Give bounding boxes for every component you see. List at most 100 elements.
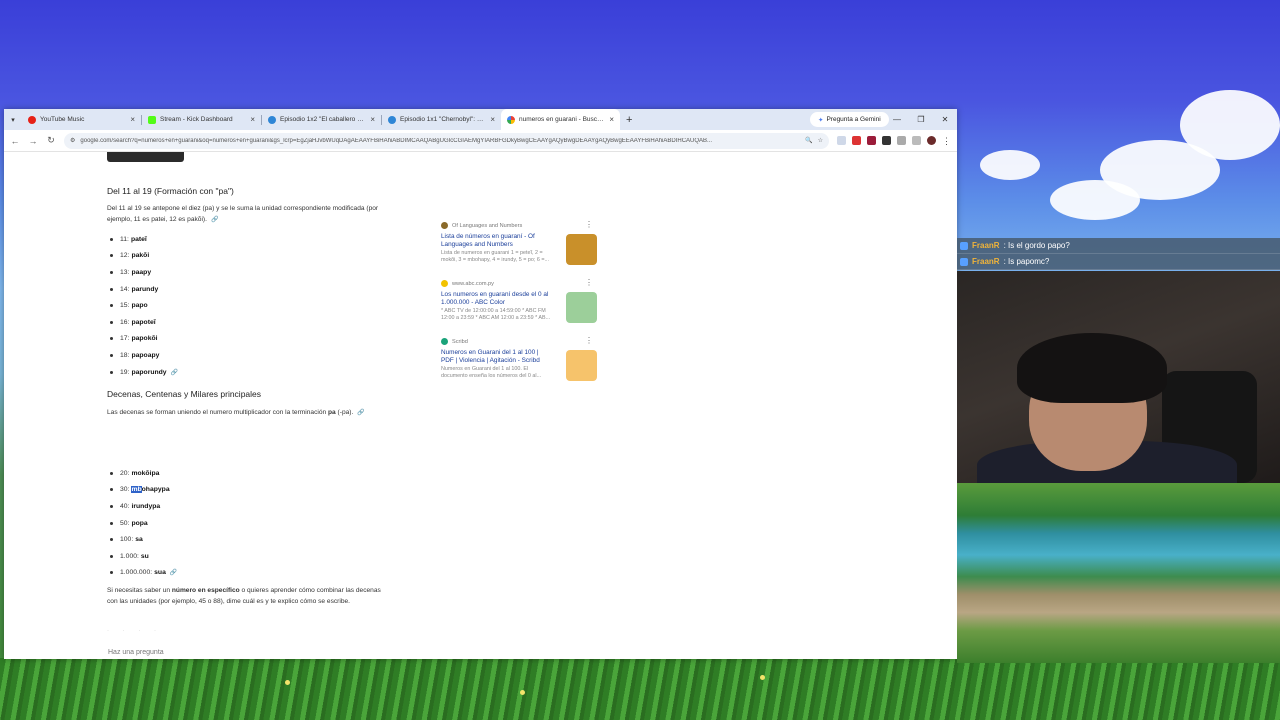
guarani-word: sa xyxy=(135,536,143,544)
flower xyxy=(760,675,765,680)
bullet xyxy=(110,320,113,324)
close-icon[interactable]: × xyxy=(130,115,135,124)
guarani-word: parundy xyxy=(131,285,159,293)
close-icon[interactable]: × xyxy=(250,115,255,124)
ask-gemini-button[interactable]: ✦ Pregunta a Gemini xyxy=(810,112,889,127)
window-controls: — ❐ ✕ xyxy=(885,109,957,130)
source-card[interactable]: Scribd Numeros en Guarani del 1 al 100 | … xyxy=(434,334,597,392)
more-options-icon[interactable]: ⋮ xyxy=(585,220,593,229)
forward-icon[interactable]: → xyxy=(28,136,38,146)
guarani-word: su xyxy=(140,552,149,560)
link-icon[interactable]: 🔗 xyxy=(211,217,218,223)
more-options-icon[interactable]: ⋮ xyxy=(585,278,593,287)
list-item: 50: popa xyxy=(110,515,177,532)
menu-icon[interactable]: ⋮ xyxy=(942,136,951,146)
list-item: 17: papokõi xyxy=(110,331,178,348)
bullet xyxy=(110,488,113,492)
bookmark-star-icon[interactable]: ☆ xyxy=(818,137,823,144)
extensions-area: ⋮ xyxy=(837,136,951,146)
link-icon[interactable]: 🔗 xyxy=(170,569,177,576)
streamer-hair xyxy=(1017,333,1167,403)
extension-icon[interactable] xyxy=(882,136,891,145)
close-icon[interactable]: × xyxy=(490,115,495,124)
bullet xyxy=(110,237,113,241)
flower xyxy=(520,690,525,695)
guarani-word: paporundy xyxy=(131,368,167,376)
avatar[interactable] xyxy=(927,136,936,145)
list-item: 11: pateĩ xyxy=(110,231,178,248)
source-card[interactable]: Of Languages and Numbers Lista de números… xyxy=(434,218,597,276)
youtube-music-icon xyxy=(28,115,36,124)
close-icon[interactable]: × xyxy=(609,115,614,124)
tab-search-icon[interactable]: ▾ xyxy=(4,116,22,124)
source-name: Scribd xyxy=(441,338,468,345)
sidebar-icon[interactable] xyxy=(912,136,921,145)
guarani-word: pakõi xyxy=(131,252,150,260)
number-label: 1.000: xyxy=(120,552,139,560)
cuevana-icon xyxy=(388,115,396,124)
more-options-icon[interactable]: ⋮ xyxy=(585,336,593,345)
extension-icon[interactable] xyxy=(867,136,876,145)
link-icon[interactable]: 🔗 xyxy=(357,410,364,416)
source-label: Of Languages and Numbers xyxy=(452,222,523,229)
link-icon[interactable]: 🔗 xyxy=(171,369,178,376)
minimize-icon[interactable]: — xyxy=(885,115,909,124)
bullet xyxy=(110,304,113,308)
guarani-word: papoteĩ xyxy=(131,318,156,326)
close-icon[interactable]: × xyxy=(370,115,375,124)
bullet xyxy=(110,270,113,274)
number-label: 30: xyxy=(120,486,130,494)
guarani-word: pateĩ xyxy=(130,235,147,243)
back-icon[interactable]: ← xyxy=(10,136,20,146)
video-thumbnail xyxy=(107,152,184,162)
number-label: 14: xyxy=(120,285,130,293)
new-tab-button[interactable]: + xyxy=(620,114,638,126)
number-label: 17: xyxy=(120,335,130,343)
address-bar[interactable]: ⚙ google.com/search?q=numeros+en+guarani… xyxy=(64,132,829,149)
number-label: 15: xyxy=(120,302,130,310)
wallpaper-grass xyxy=(0,658,1280,720)
tab-kick-dashboard[interactable]: Stream - Kick Dashboard × xyxy=(142,109,261,130)
number-label: 40: xyxy=(120,502,130,510)
chat-message: FraanR : Is el gordo papo? xyxy=(957,238,1280,254)
tab-episodio-1x2[interactable]: Episodio 1x2 "El caballero neg... × xyxy=(262,109,381,130)
tab-youtube-music[interactable]: YouTube Music × xyxy=(22,109,141,130)
list-item: 16: papoteĩ xyxy=(110,314,178,331)
card-thumbnail xyxy=(566,234,597,265)
card-thumbnail xyxy=(566,292,597,323)
list-item: 20: mokõipa xyxy=(110,465,177,482)
puzzle-icon[interactable] xyxy=(897,136,906,145)
list-item: 12: pakõi xyxy=(110,248,178,265)
tab-strip: ▾ YouTube Music × Stream - Kick Dashboar… xyxy=(4,109,957,130)
reload-icon[interactable]: ↻ xyxy=(46,135,56,146)
card-snippet: Numeros en Guarani del 1 al 100. El docu… xyxy=(441,366,542,379)
search-icon[interactable]: 🔍 xyxy=(805,137,812,144)
chat-overlay: FraanR : Is el gordo papo? FraanR : Is p… xyxy=(957,238,1280,270)
cuevana-icon xyxy=(268,115,276,124)
tab-google-search[interactable]: numeros en guarani - Buscar c... × xyxy=(501,109,620,130)
maximize-icon[interactable]: ❐ xyxy=(909,115,933,124)
card-title[interactable]: Numeros en Guarani del 1 al 100 | PDF | … xyxy=(441,349,553,365)
bullet xyxy=(110,571,113,575)
number-label: 16: xyxy=(120,318,130,326)
bullet xyxy=(110,471,113,475)
kick-icon xyxy=(148,115,156,124)
card-title[interactable]: Los numeros en guaraní desde el 0 al 1.0… xyxy=(441,291,553,307)
bullet xyxy=(110,337,113,341)
tab-episodio-1x1[interactable]: Episodio 1x1 "Chernobyl": Onli... × xyxy=(382,109,501,130)
site-info-icon[interactable]: ⚙ xyxy=(70,137,75,144)
guarani-word: paapy xyxy=(131,268,152,276)
extension-icon[interactable] xyxy=(837,136,846,145)
extension-icon[interactable] xyxy=(852,136,861,145)
source-card[interactable]: www.abc.com.py Los numeros en guaraní des… xyxy=(434,276,597,334)
bullet xyxy=(110,554,113,558)
site-favicon-icon xyxy=(441,280,448,287)
ask-question-input[interactable]: Haz una pregunta xyxy=(108,649,164,656)
number-label: 19: xyxy=(120,368,130,376)
gemini-icon: ✦ xyxy=(818,116,824,124)
google-icon xyxy=(507,115,515,124)
close-window-icon[interactable]: ✕ xyxy=(933,115,957,124)
card-title[interactable]: Lista de números en guaraní - Of Languag… xyxy=(441,233,553,249)
bullet xyxy=(110,353,113,357)
bullet xyxy=(110,521,113,525)
